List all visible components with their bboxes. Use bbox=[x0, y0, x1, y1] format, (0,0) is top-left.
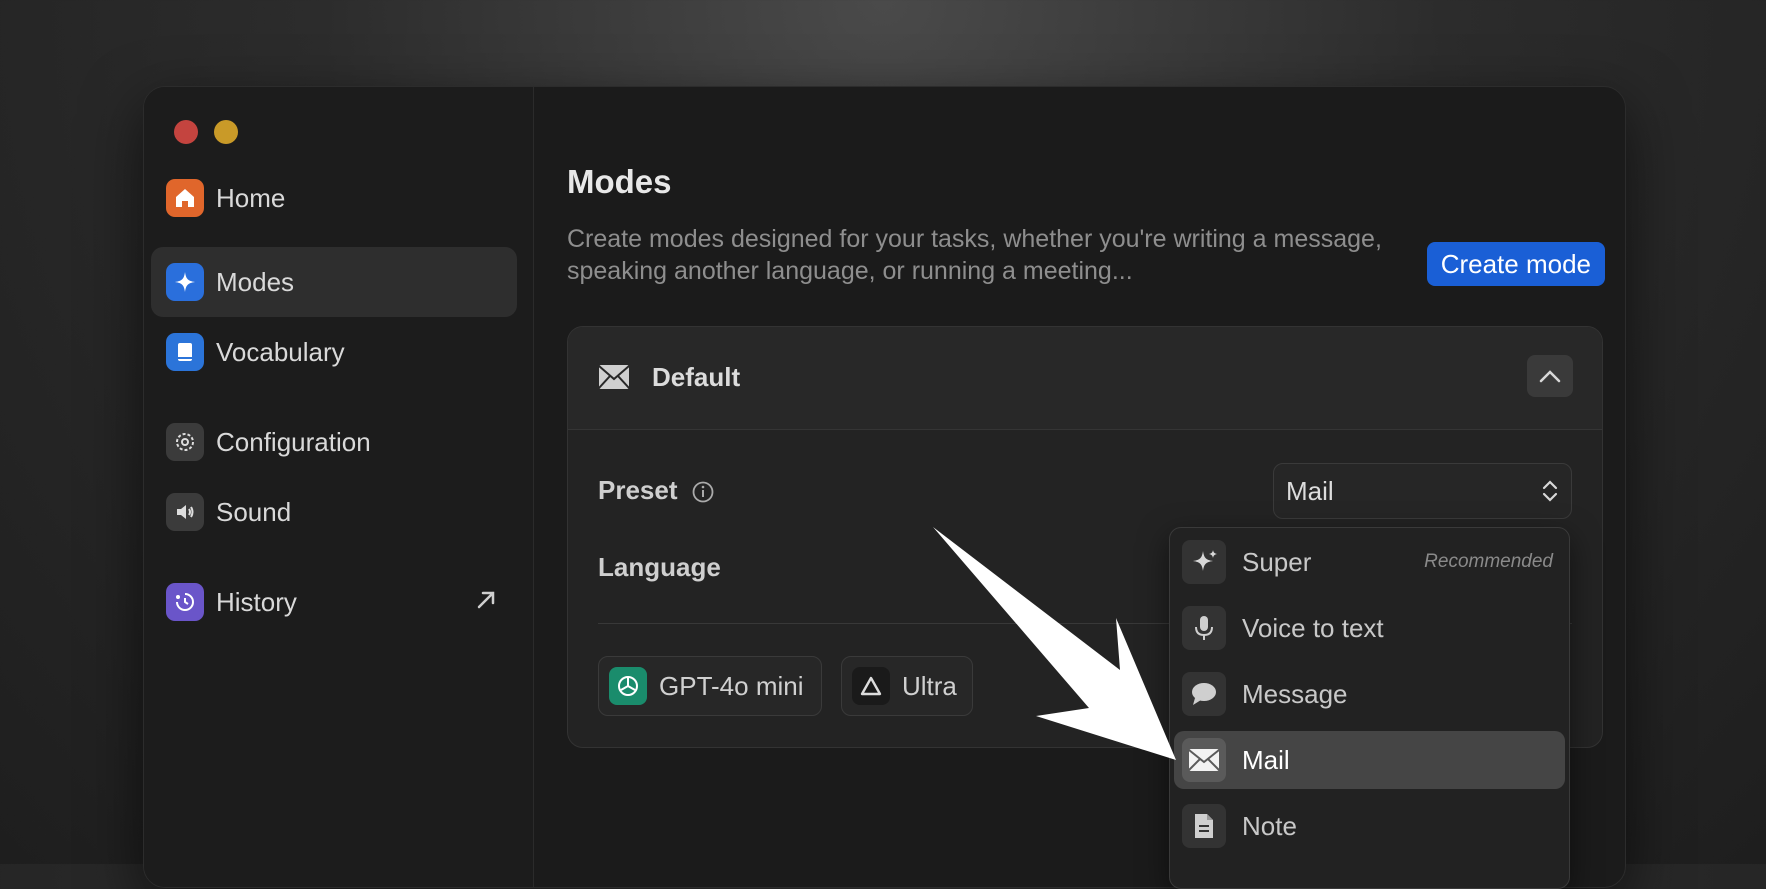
document-icon bbox=[1182, 804, 1226, 848]
triangle-icon bbox=[852, 667, 890, 705]
dropdown-item-message[interactable]: Message bbox=[1174, 665, 1565, 723]
sidebar-item-sound[interactable]: Sound bbox=[151, 477, 517, 547]
dropdown-item-mail[interactable]: Mail bbox=[1174, 731, 1565, 789]
close-window-button[interactable] bbox=[174, 120, 198, 144]
home-icon bbox=[166, 179, 204, 217]
preset-select[interactable]: Mail bbox=[1273, 463, 1572, 519]
sidebar-item-label: Modes bbox=[216, 266, 295, 297]
sidebar-item-label: Sound bbox=[216, 496, 292, 527]
dropdown-item-label: Mail bbox=[1242, 744, 1290, 775]
mode-title: Default bbox=[652, 362, 741, 392]
external-link-icon bbox=[473, 587, 499, 618]
openai-icon bbox=[609, 667, 647, 705]
gear-icon bbox=[166, 423, 204, 461]
preset-dropdown-menu: Super Recommended Voice to text Message … bbox=[1169, 527, 1570, 889]
dropdown-item-label: Note bbox=[1242, 810, 1297, 841]
pointer-arrow-icon bbox=[933, 527, 1176, 760]
dropdown-item-note[interactable]: Note bbox=[1174, 797, 1565, 855]
sidebar-item-history[interactable]: History bbox=[151, 567, 517, 637]
preset-value: Mail bbox=[1286, 476, 1334, 506]
sidebar-item-label: Home bbox=[216, 182, 286, 213]
page-title: Modes bbox=[567, 163, 672, 200]
collapse-button[interactable] bbox=[1527, 355, 1573, 397]
dropdown-item-label: Message bbox=[1242, 678, 1348, 709]
chip-label: GPT-4o mini bbox=[659, 670, 804, 701]
sidebar-item-label: History bbox=[216, 586, 297, 617]
preset-label: Preset bbox=[598, 475, 678, 505]
language-label: Language bbox=[598, 552, 721, 582]
sidebar-item-configuration[interactable]: Configuration bbox=[151, 407, 517, 477]
chevron-up-down-icon bbox=[1541, 478, 1559, 509]
page-description: Create modes designed for your tasks, wh… bbox=[567, 225, 1382, 285]
create-mode-button[interactable]: Create mode bbox=[1426, 242, 1605, 286]
recommended-badge: Recommended bbox=[1424, 551, 1553, 572]
sidebar: Home Modes Vocabulary Configuration Soun bbox=[144, 87, 534, 887]
chevron-up-icon bbox=[1539, 370, 1561, 383]
sidebar-item-vocabulary[interactable]: Vocabulary bbox=[151, 317, 517, 387]
history-icon bbox=[166, 583, 204, 621]
info-icon[interactable] bbox=[692, 481, 714, 508]
speaker-icon bbox=[166, 493, 204, 531]
sidebar-item-label: Configuration bbox=[216, 426, 371, 457]
book-icon bbox=[166, 333, 204, 371]
dropdown-item-voice-to-text[interactable]: Voice to text bbox=[1174, 599, 1565, 657]
sidebar-item-label: Vocabulary bbox=[216, 336, 345, 367]
mode-card-header[interactable]: Default bbox=[568, 327, 1602, 430]
sidebar-item-home[interactable]: Home bbox=[151, 163, 517, 233]
model-chip-gpt[interactable]: GPT-4o mini bbox=[598, 656, 822, 716]
sidebar-item-modes[interactable]: Modes bbox=[151, 247, 517, 317]
sparkle-icon bbox=[166, 263, 204, 301]
minimize-window-button[interactable] bbox=[214, 120, 238, 144]
dropdown-item-label: Voice to text bbox=[1242, 612, 1384, 643]
dropdown-item-super[interactable]: Super Recommended bbox=[1174, 533, 1565, 591]
dropdown-item-label: Super bbox=[1242, 546, 1312, 577]
envelope-icon bbox=[598, 364, 630, 395]
